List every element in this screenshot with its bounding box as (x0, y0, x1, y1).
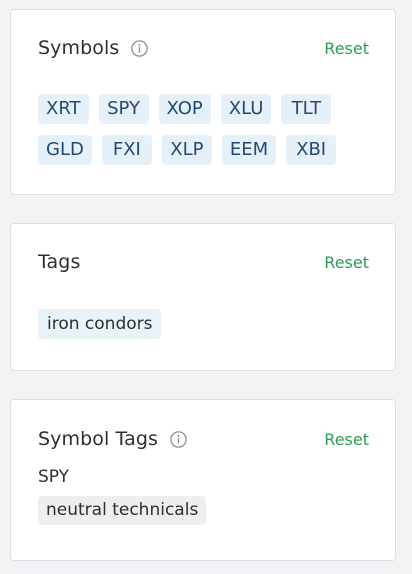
info-circle-icon[interactable] (170, 430, 187, 448)
info-circle-icon[interactable] (131, 39, 149, 57)
symbol-chip[interactable]: GLD (38, 135, 92, 165)
symbols-chip-list: XRT SPY XOP XLU TLT GLD FXI XLP EEM XBI (38, 94, 375, 165)
tags-panel-header: Tags Reset (38, 248, 369, 276)
tags-title-wrap: Tags (38, 251, 80, 273)
symbols-title: Symbols (38, 37, 120, 59)
symbol-tags-panel: Symbol Tags Reset SPY neutral technicals (10, 399, 396, 561)
tags-reset-button[interactable]: Reset (324, 253, 369, 272)
tags-panel: Tags Reset iron condors (10, 223, 396, 371)
symbol-tags-reset-button[interactable]: Reset (324, 430, 369, 449)
symbols-panel: Symbols Reset XRT SPY XOP XLU TLT GLD FX… (10, 9, 396, 195)
symbol-chip[interactable]: FXI (101, 135, 152, 165)
tag-chip[interactable]: iron condors (38, 309, 162, 339)
symbol-tag-chip[interactable]: neutral technicals (38, 496, 207, 525)
symbol-tags-title-wrap: Symbol Tags (38, 428, 187, 450)
symbols-panel-header: Symbols Reset (38, 34, 369, 62)
symbol-tags-title: Symbol Tags (38, 428, 158, 450)
symbol-chip[interactable]: SPY (98, 94, 149, 124)
symbol-chip[interactable]: TLT (281, 94, 332, 124)
symbol-tag-symbol-label: SPY (38, 467, 70, 487)
symbol-chip[interactable]: XBI (286, 135, 337, 165)
tags-title: Tags (38, 251, 81, 273)
symbol-tags-panel-header: Symbol Tags Reset (38, 425, 369, 453)
symbol-chip[interactable]: EEM (221, 135, 277, 165)
symbols-reset-button[interactable]: Reset (324, 39, 369, 58)
symbol-chip[interactable]: XOP (158, 94, 211, 124)
symbol-chip[interactable]: XLU (220, 94, 272, 124)
symbols-title-wrap: Symbols (38, 37, 149, 59)
symbol-chip[interactable]: XRT (38, 94, 89, 124)
symbol-chip[interactable]: XLP (161, 135, 212, 165)
